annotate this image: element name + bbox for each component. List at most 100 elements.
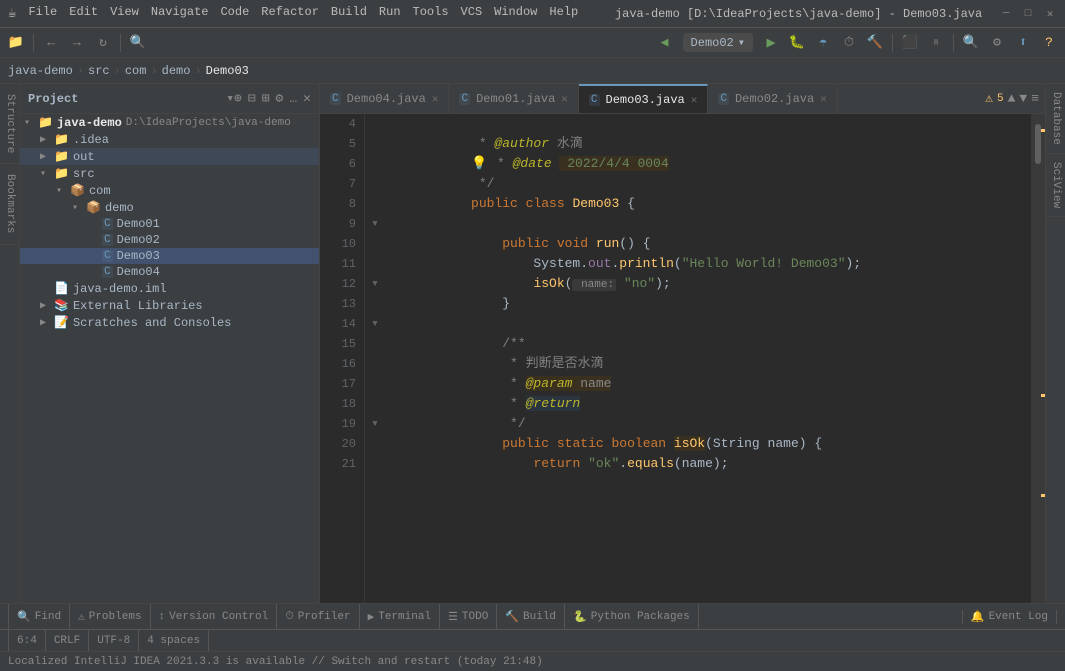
line-number[interactable]: 21 (320, 454, 356, 474)
plugin-updates-button[interactable]: ⬆ (1011, 31, 1035, 55)
line-number[interactable]: 18 (320, 394, 356, 414)
menu-help[interactable]: Help (549, 5, 578, 22)
database-panel-tab[interactable]: Database (1046, 84, 1065, 154)
menu-navigate[interactable]: Navigate (151, 5, 209, 22)
gutter-fold[interactable]: ▼ (365, 414, 385, 434)
python-packages-tab[interactable]: 🐍 Python Packages (565, 604, 699, 629)
maximize-button[interactable]: □ (1021, 7, 1035, 21)
close-button[interactable]: ✕ (1043, 7, 1057, 21)
sidebar-item-com[interactable]: ▾ 📦 com (20, 182, 319, 199)
terminal-tab[interactable]: ▶ Terminal (360, 604, 440, 629)
sidebar-item-demo[interactable]: ▾ 📦 demo (20, 199, 319, 216)
line-number[interactable]: 7 (320, 174, 356, 194)
menu-vcs[interactable]: VCS (461, 5, 483, 22)
sidebar-item-external-libs[interactable]: ▶ 📚 External Libraries (20, 297, 319, 314)
line-number[interactable]: 11 (320, 254, 356, 274)
line-number[interactable]: 9 (320, 214, 356, 234)
pause-button[interactable]: ⏸ (924, 31, 948, 55)
gutter-fold[interactable]: ▼ (365, 214, 385, 234)
settings-button[interactable]: ⚙ (985, 31, 1009, 55)
menu-edit[interactable]: Edit (69, 5, 98, 22)
sidebar-icon-dropdown[interactable]: ▾ (226, 91, 234, 106)
indent[interactable]: 4 spaces (139, 630, 209, 651)
minimize-button[interactable]: ─ (999, 7, 1013, 21)
tab-demo03[interactable]: C Demo03.java ✕ (579, 84, 708, 113)
sidebar-expand-icon[interactable]: ⊞ (262, 91, 270, 106)
breadcrumb-current[interactable]: Demo03 (206, 64, 249, 78)
project-toggle-button[interactable]: 📁 (4, 31, 28, 55)
collapse-icon[interactable]: ▼ (1019, 91, 1027, 106)
search-everywhere-button[interactable]: 🔍 (126, 31, 150, 55)
menu-file[interactable]: File (28, 5, 57, 22)
sidebar-close-icon[interactable]: ✕ (303, 91, 311, 106)
back-button[interactable]: ← (39, 31, 63, 55)
sidebar-item-iml[interactable]: 📄 java-demo.iml (20, 280, 319, 297)
back-nav-button[interactable]: ◀ (653, 31, 677, 55)
build-button[interactable]: 🔨 (863, 31, 887, 55)
editor-scrollbar[interactable] (1031, 114, 1045, 603)
sidebar-item-root[interactable]: ▾ 📁 java-demo D:\IdeaProjects\java-demo (20, 114, 319, 131)
breadcrumb-root[interactable]: java-demo (8, 64, 73, 78)
menu-refactor[interactable]: Refactor (261, 5, 319, 22)
debug-button[interactable]: 🐛 (785, 31, 809, 55)
breadcrumb-src[interactable]: src (88, 64, 110, 78)
tabs-more-icon[interactable]: ≡ (1031, 91, 1039, 106)
sidebar-item-demo02[interactable]: C Demo02 (20, 232, 319, 248)
gutter-fold[interactable]: ▼ (365, 314, 385, 334)
tab-close-button[interactable]: ✕ (691, 93, 698, 107)
line-number[interactable]: 10 (320, 234, 356, 254)
line-number[interactable]: 14 (320, 314, 356, 334)
event-log-tab[interactable]: 🔔 Event Log (962, 610, 1057, 624)
gutter-fold[interactable]: ▼ (365, 274, 385, 294)
expand-icon[interactable]: ▲ (1008, 91, 1016, 106)
line-number[interactable]: 8 (320, 194, 356, 214)
structure-tab[interactable]: Structure (0, 84, 19, 164)
sidebar-locate-icon[interactable]: ⊕ (234, 91, 242, 106)
help-button[interactable]: ? (1037, 31, 1061, 55)
sidebar-item-src[interactable]: ▾ 📁 src (20, 165, 319, 182)
build-tab[interactable]: 🔨 Build (497, 604, 565, 629)
version-control-tab[interactable]: ↕ Version Control (151, 604, 278, 629)
tab-demo04[interactable]: C Demo04.java ✕ (320, 84, 449, 113)
menu-view[interactable]: View (110, 5, 139, 22)
line-number[interactable]: 16 (320, 354, 356, 374)
line-number[interactable]: 17 (320, 374, 356, 394)
breadcrumb-com[interactable]: com (125, 64, 147, 78)
breadcrumb-demo[interactable]: demo (162, 64, 191, 78)
sidebar-settings-icon[interactable]: ⚙ (276, 91, 284, 106)
encoding[interactable]: UTF-8 (89, 630, 139, 651)
sidebar-collapse-icon[interactable]: ⊟ (248, 91, 256, 106)
sidebar-item-scratches[interactable]: ▶ 📝 Scratches and Consoles (20, 314, 319, 331)
profiler-tab[interactable]: ⏱ Profiler (277, 604, 359, 629)
menu-bar[interactable]: ☕ File Edit View Navigate Code Refactor … (8, 5, 578, 22)
line-number[interactable]: 13 (320, 294, 356, 314)
tab-close-button[interactable]: ✕ (820, 92, 827, 106)
sync-button[interactable]: ↻ (91, 31, 115, 55)
line-number[interactable]: 12 (320, 274, 356, 294)
tab-demo02[interactable]: C Demo02.java ✕ (708, 84, 837, 113)
coverage-button[interactable]: ☂ (811, 31, 835, 55)
line-number[interactable]: 20 (320, 434, 356, 454)
line-number[interactable]: 5 (320, 134, 356, 154)
run-config-dropdown-icon[interactable]: ▾ (738, 35, 745, 50)
stop-button[interactable]: ⬛ (898, 31, 922, 55)
menu-window[interactable]: Window (494, 5, 537, 22)
run-configuration[interactable]: Demo02 ▾ (683, 33, 753, 52)
find-tab[interactable]: 🔍 Find (8, 604, 70, 629)
tab-close-button[interactable]: ✕ (432, 92, 439, 106)
menu-tools[interactable]: Tools (413, 5, 449, 22)
tab-close-button[interactable]: ✕ (561, 92, 568, 106)
menu-build[interactable]: Build (331, 5, 367, 22)
sidebar-item-idea[interactable]: ▶ 📁 .idea (20, 131, 319, 148)
menu-code[interactable]: Code (220, 5, 249, 22)
line-number[interactable]: 6 (320, 154, 356, 174)
bookmarks-tab[interactable]: Bookmarks (0, 164, 19, 244)
problems-tab[interactable]: ⚠ Problems (70, 604, 150, 629)
line-number[interactable]: 19 (320, 414, 356, 434)
todo-tab[interactable]: ☰ TODO (440, 604, 497, 629)
line-number[interactable]: 4 (320, 114, 356, 134)
forward-button[interactable]: → (65, 31, 89, 55)
sidebar-item-out[interactable]: ▶ 📁 out (20, 148, 319, 165)
cursor-position[interactable]: 6:4 (8, 630, 46, 651)
menu-run[interactable]: Run (379, 5, 401, 22)
